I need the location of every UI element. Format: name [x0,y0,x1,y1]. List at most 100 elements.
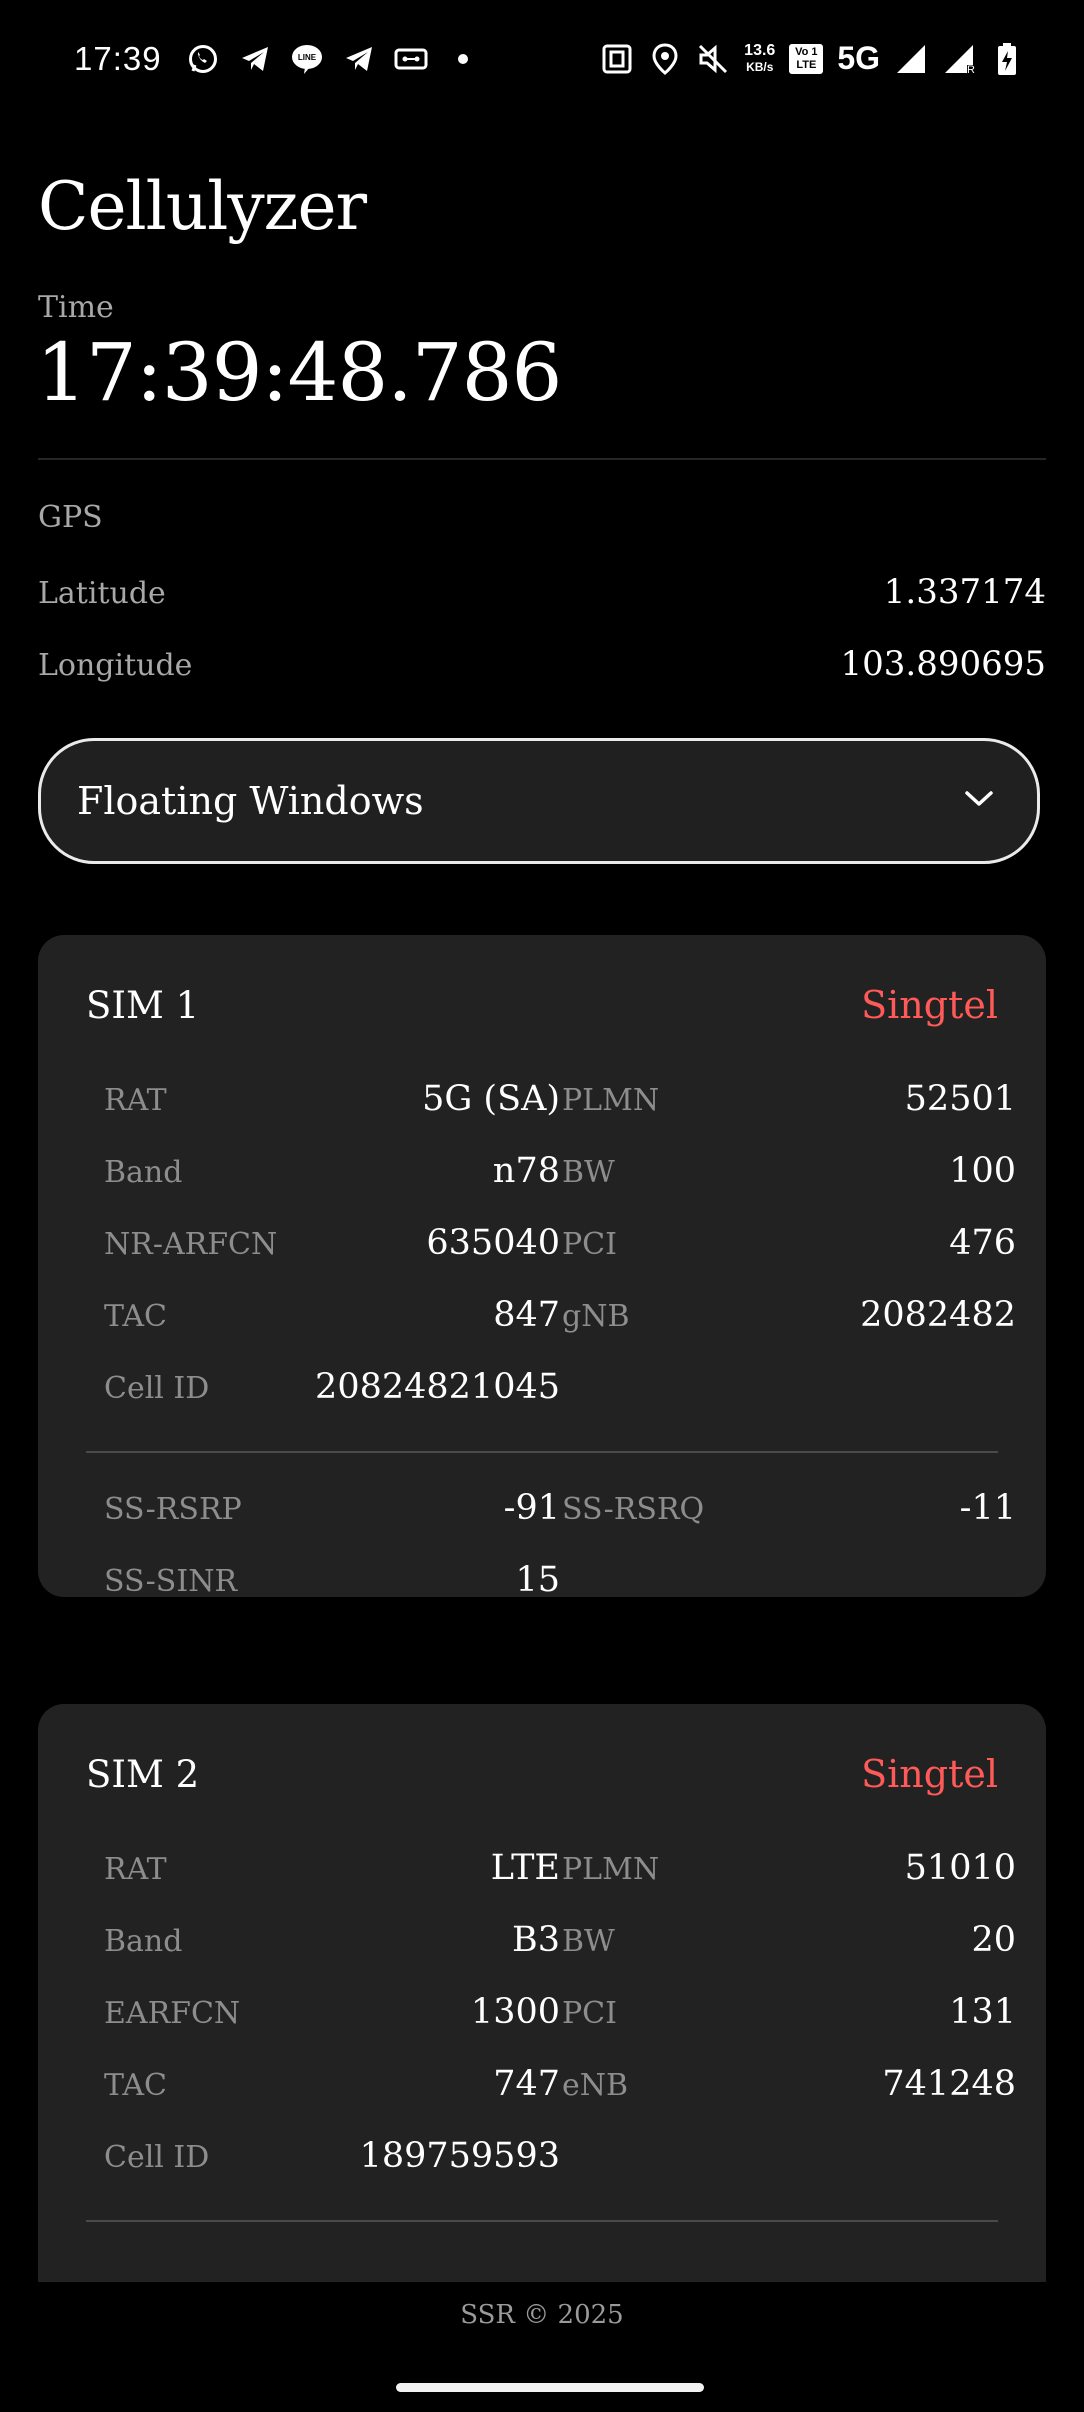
telegram-icon [342,42,376,76]
app-title: Cellulyzer [38,168,367,245]
latitude-value: 1.337174 [883,572,1046,612]
field-label: SS-RSRP [104,1492,242,1527]
volte-top: Vo [795,45,809,58]
volte-icon: Vo 1 LTE [789,43,824,74]
sim2-header: SIM 2 Singtel [86,1752,998,1796]
sim-operator: Singtel [861,1752,998,1796]
field-label: PCI [562,1227,617,1262]
info-row: Cell ID 189759593 [104,2136,1016,2186]
location-icon [648,42,682,76]
field-label: Cell ID [104,2140,210,2175]
dot-icon [446,42,480,76]
telegram-icon [238,42,272,76]
sim1-divider [86,1451,998,1453]
field-label: RAT [104,1852,167,1887]
field-label: Cell ID [104,1371,210,1406]
latitude-label: Latitude [38,576,166,611]
signal-row: SS-SINR 15 [104,1560,1016,1610]
info-row: TAC 847 gNB 2082482 [104,1295,1016,1345]
sim1-card: SIM 1 Singtel RAT 5G (SA) PLMN 52501 Band n… [38,935,1046,1600]
field-value: 476 [949,1223,1016,1263]
field-label: eNB [562,2068,629,2103]
field-label: RAT [104,1083,167,1118]
volte-num: 1 [811,45,818,58]
speed-indicator: 13.6 KB/s [744,41,776,75]
field-label: TAC [104,1299,167,1334]
status-time: 17:39 [74,40,162,77]
signal-roaming-icon: R [942,42,976,76]
field-label: BW [562,1155,615,1190]
battery-charging-icon [990,42,1024,76]
notification-icons: LINE [186,42,480,76]
nfc-icon [600,42,634,76]
speed-value: 13.6 [744,41,776,59]
field-label: SS-SINR [104,1564,238,1599]
sim2-divider [86,2220,998,2222]
divider [38,458,1046,460]
info-row: RAT 5G (SA) PLMN 52501 [104,1079,1016,1129]
field-label: PLMN [562,1083,660,1118]
roaming-mark: R [967,63,975,76]
mute-icon [696,42,730,76]
field-label: EARFCN [104,1996,241,2031]
dropdown-label: Floating Windows [77,779,424,823]
sim-name: SIM 2 [86,1753,200,1796]
field-value: B3 [512,1920,560,1960]
home-indicator[interactable] [396,2383,704,2392]
voicemail-icon [394,42,428,76]
time-value: 17:39:48.786 [36,326,562,419]
longitude-label: Longitude [38,648,193,683]
speed-unit: KB/s [746,59,774,74]
field-value: 741248 [882,2064,1016,2104]
sim-name: SIM 1 [86,984,200,1027]
field-value: -91 [503,1488,560,1528]
field-label: BW [562,1924,615,1959]
field-value: 2082482 [860,1295,1016,1335]
info-row: RAT LTE PLMN 51010 [104,1848,1016,1898]
chevron-down-icon [963,789,995,813]
gps-label: GPS [38,500,103,535]
field-value: 52501 [904,1079,1016,1119]
field-label: SS-RSRQ [562,1492,705,1527]
longitude-value: 103.890695 [840,644,1047,684]
field-value: 20824821045 [315,1367,560,1407]
whatsapp-icon [186,42,220,76]
info-row: EARFCN 1300 PCI 131 [104,1992,1016,2042]
field-label: TAC [104,2068,167,2103]
field-value: 131 [949,1992,1016,2032]
field-value: 100 [949,1151,1016,1191]
field-label: gNB [562,1299,630,1334]
footer-text: SSR © 2025 [460,2300,624,2330]
longitude-row: Longitude 103.890695 [38,644,1046,684]
info-row: Cell ID 20824821045 [104,1367,1016,1417]
field-value: 189759593 [359,2136,560,2176]
field-label: Band [104,1924,183,1959]
info-row: NR-ARFCN 635040 PCI 476 [104,1223,1016,1273]
field-value: 635040 [426,1223,560,1263]
field-value: 1300 [470,1992,560,2032]
field-value: 15 [515,1560,560,1600]
field-label: Band [104,1155,183,1190]
time-label: Time [38,290,114,325]
field-value: LTE [490,1848,560,1888]
volte-bottom: LTE [796,58,817,71]
field-value: 5G (SA) [422,1079,560,1119]
signal-icon [894,42,928,76]
field-label: PCI [562,1996,617,2031]
main-scroll-area[interactable]: Cellulyzer Time 17:39:48.786 GPS Latitud… [0,120,1084,2282]
field-label: NR-ARFCN [104,1227,278,1262]
sim-operator: Singtel [861,983,998,1027]
system-icons: 13.6 KB/s Vo 1 LTE 5G R [600,40,1024,77]
status-bar: 17:39 LINE 13.6 KB/s Vo 1 LTE 5G R [0,0,1084,120]
signal-row: SS-RSRP -91 SS-RSRQ -11 [104,1488,1016,1538]
info-row: Band n78 BW 100 [104,1151,1016,1201]
field-label: PLMN [562,1852,660,1887]
info-row: Band B3 BW 20 [104,1920,1016,1970]
field-value: 51010 [904,1848,1016,1888]
field-value: 747 [493,2064,560,2104]
field-value: -11 [959,1488,1016,1528]
info-row: TAC 747 eNB 741248 [104,2064,1016,2114]
latitude-row: Latitude 1.337174 [38,572,1046,612]
field-value: n78 [492,1151,560,1191]
floating-windows-dropdown[interactable]: Floating Windows [38,738,1040,864]
